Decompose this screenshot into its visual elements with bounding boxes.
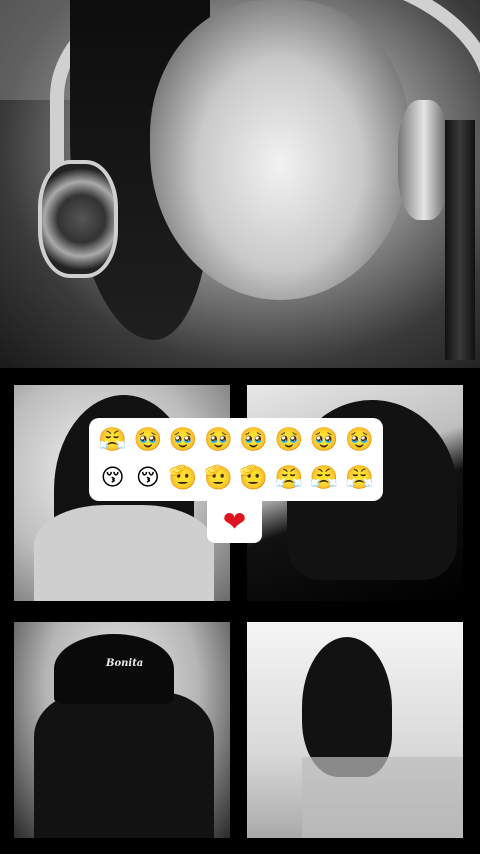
emoji-steam-face[interactable]: 😤 xyxy=(275,466,304,490)
tile1-sweater xyxy=(34,505,214,601)
emoji-kissing-face[interactable]: 😚 xyxy=(101,466,125,490)
hero-video-frame xyxy=(0,0,480,368)
tile3-figure xyxy=(34,692,214,838)
headphone-right xyxy=(398,100,450,220)
emoji-saluting-face[interactable]: 🫡 xyxy=(204,466,233,490)
emoji-holding-back-tears[interactable]: 🥹 xyxy=(239,429,268,452)
heart-reaction-panel: ❤ xyxy=(207,500,262,543)
emoji-saluting-face[interactable]: 🫡 xyxy=(239,466,268,490)
emoji-holding-back-tears[interactable]: 🥹 xyxy=(169,429,198,452)
emoji-saluting-face[interactable]: 🫡 xyxy=(169,466,198,490)
hero-face xyxy=(150,0,410,300)
reaction-emoji-panel: 😤 🥹 🥹 🥹 🥹 🥹 🥹 🥹 😚 😚 🫡 🫡 🫡 😤 😤 😤 xyxy=(89,418,383,501)
heart-icon[interactable]: ❤ xyxy=(223,507,246,536)
emoji-holding-back-tears[interactable]: 🥹 xyxy=(275,429,304,452)
emoji-holding-back-tears[interactable]: 🥹 xyxy=(345,429,374,452)
emoji-steam-face[interactable]: 😤 xyxy=(98,429,127,452)
emoji-steam-face[interactable]: 😤 xyxy=(345,466,374,490)
mic-stand xyxy=(445,120,475,360)
photo-tile-3[interactable]: Bonita xyxy=(14,622,230,838)
cap-logo-text: Bonita xyxy=(106,658,144,669)
emoji-holding-back-tears[interactable]: 🥹 xyxy=(310,429,339,452)
emoji-holding-back-tears[interactable]: 🥹 xyxy=(204,429,233,452)
emoji-kissing-face[interactable]: 😚 xyxy=(136,466,160,490)
emoji-holding-back-tears[interactable]: 🥹 xyxy=(134,429,163,452)
emoji-steam-face[interactable]: 😤 xyxy=(310,466,339,490)
tile4-hair xyxy=(302,637,392,777)
photo-tile-4[interactable] xyxy=(247,622,463,838)
tile4-blur-block xyxy=(302,757,463,838)
headphone-left xyxy=(38,160,118,278)
tile3-cap xyxy=(54,634,174,704)
